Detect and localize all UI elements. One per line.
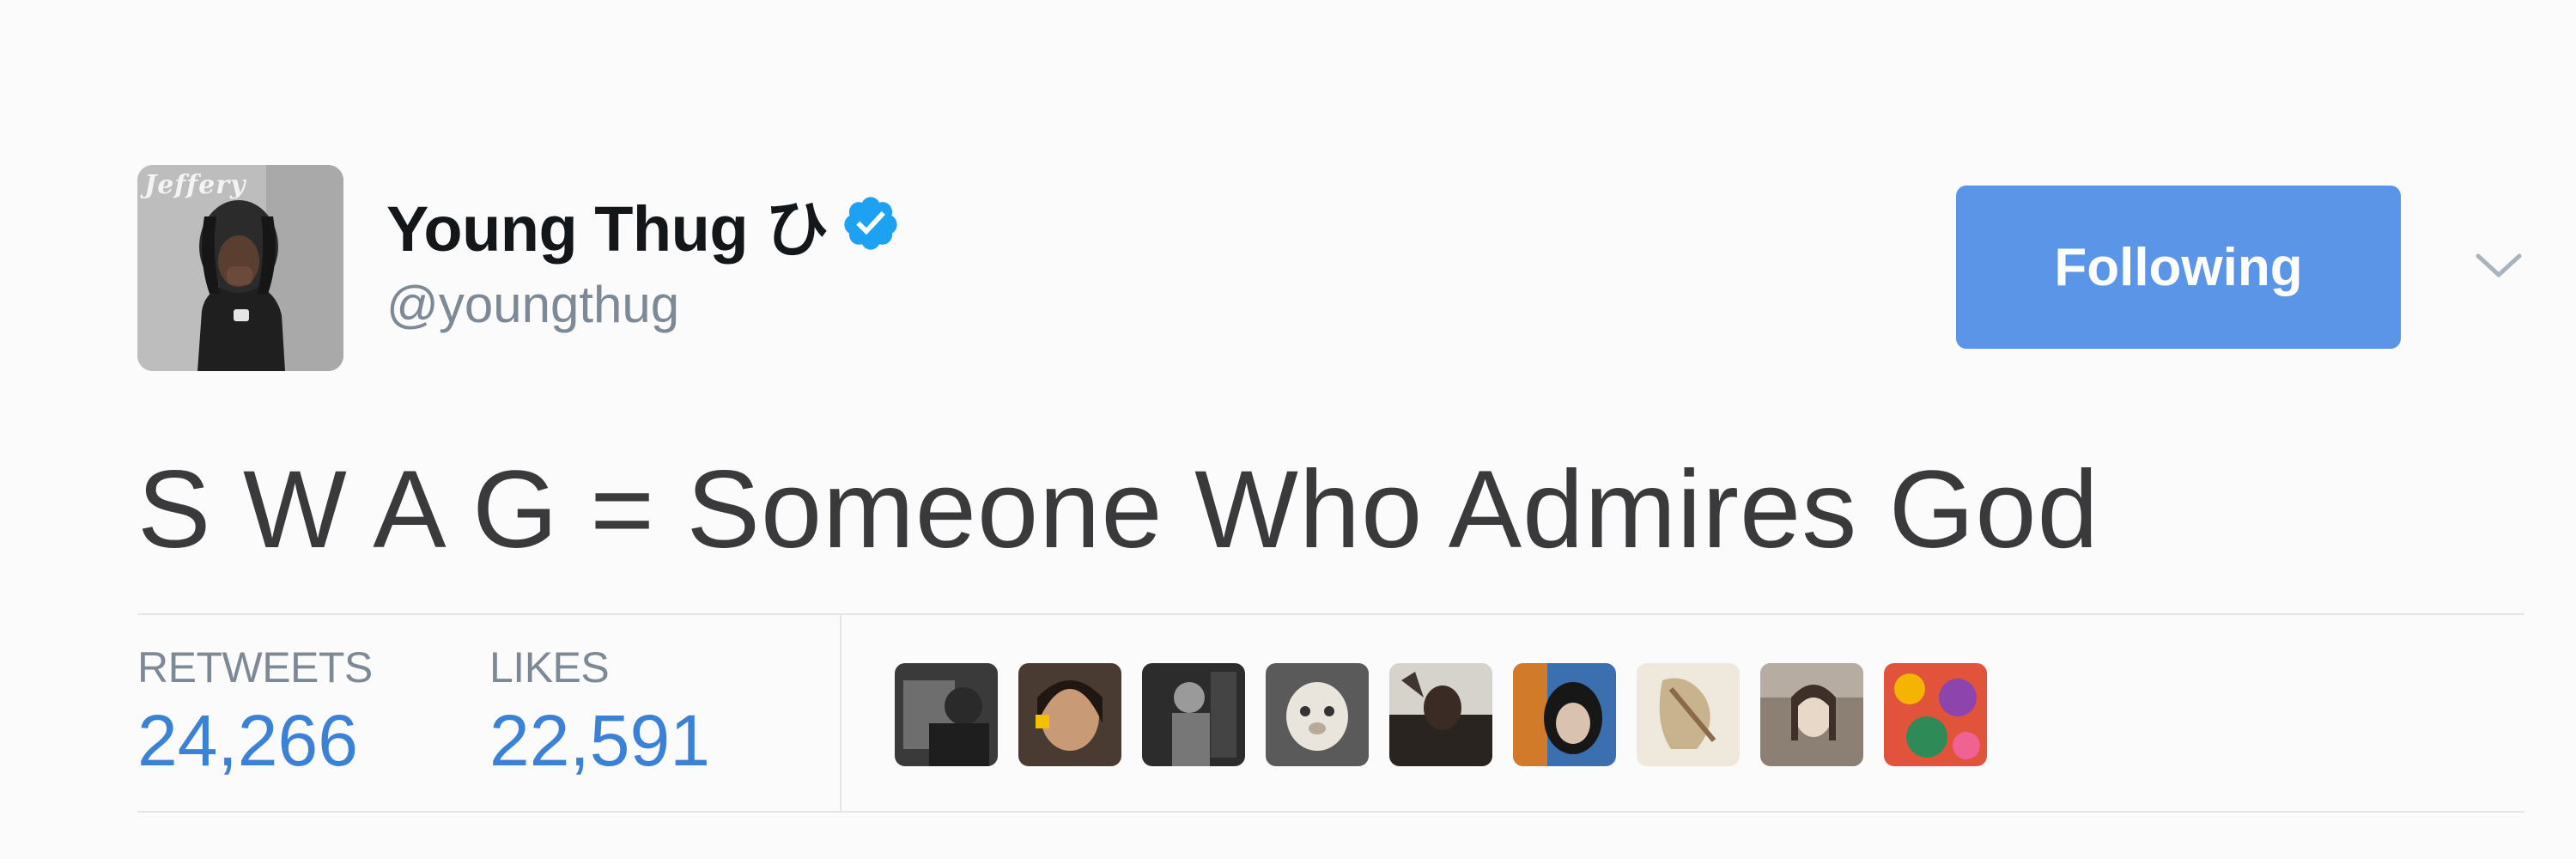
chevron-down-icon[interactable] [2473,249,2524,283]
retweets-count: 24,266 [137,700,358,781]
tweet-card: Jeffery Young Thug ひ @youngthug Followin… [0,0,2576,859]
liker-avatar[interactable] [1637,663,1740,766]
likes-stat[interactable]: LIKES 22,591 [489,643,710,783]
author-handle[interactable]: @youngthug [386,275,679,334]
author-name-row: Young Thug ひ [386,182,901,265]
liker-avatars [895,663,1987,766]
retweets-stat[interactable]: RETWEETS 24,266 [137,643,373,783]
tweet-text: S W A G = Someone Who Admires God [137,448,2099,571]
following-button[interactable]: Following [1956,186,2401,349]
retweets-label: RETWEETS [137,643,373,691]
verified-badge-icon [843,197,897,250]
author-avatar[interactable]: Jeffery [137,165,343,371]
author-display-name[interactable]: Young Thug ひ [386,178,829,270]
liker-avatar[interactable] [1266,663,1369,766]
liker-avatar[interactable] [1018,663,1121,766]
liker-avatar[interactable] [1142,663,1245,766]
avatar-watermark: Jeffery [144,170,246,200]
stats-divider-top [137,613,2524,615]
likes-label: LIKES [489,643,610,691]
liker-avatar[interactable] [895,663,998,766]
liker-avatar[interactable] [1884,663,1987,766]
liker-avatar[interactable] [1760,663,1863,766]
likes-count: 22,591 [489,700,710,781]
stats-divider-bottom [137,811,2524,813]
stats-divider-vertical [840,615,841,811]
liker-avatar[interactable] [1513,663,1616,766]
liker-avatar[interactable] [1389,663,1492,766]
